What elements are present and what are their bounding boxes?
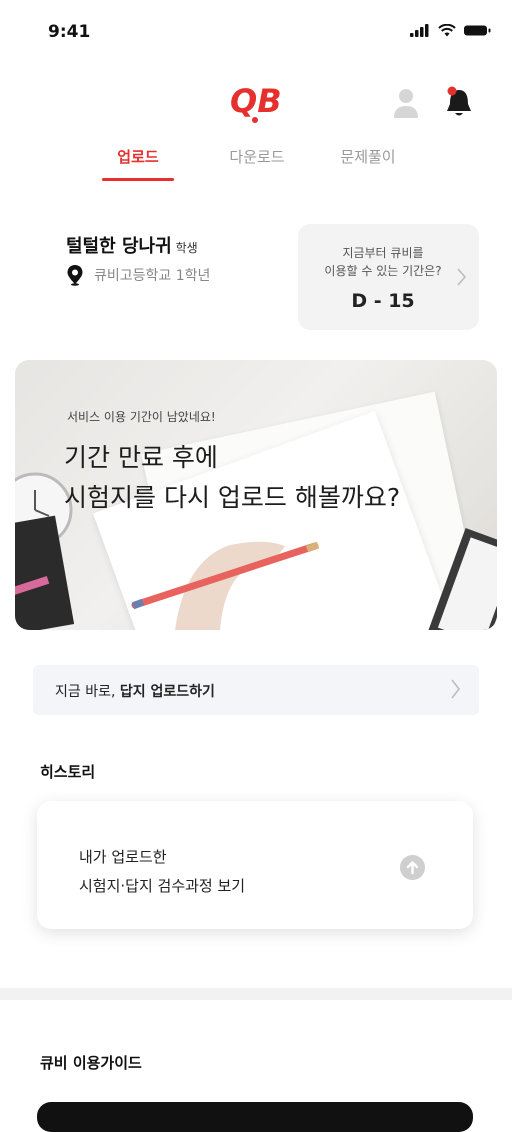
signal-icon [410,24,429,37]
dday-card[interactable]: 지금부터 큐비를 이용할 수 있는 기간은? D - 15 [298,224,479,330]
promo-banner[interactable]: 서비스 이용 기간이 남았네요! 기간 만료 후에 시험지를 다시 업로드 해볼… [15,360,497,630]
tab-problem-solving[interactable]: 문제풀이 [332,146,404,167]
arrow-up-icon[interactable] [400,855,425,880]
chevron-right-icon [457,268,467,286]
tab-upload[interactable]: 업로드 [102,146,174,167]
dday-line1: 지금부터 큐비를 [342,246,424,260]
battery-icon [464,25,491,36]
svg-text:QB: QB [230,82,282,120]
user-role: 학생 [175,241,198,255]
user-name: 털털한 당나귀 [66,236,172,257]
banner-title-line1: 기간 만료 후에 [64,443,218,472]
tab-download[interactable]: 다운로드 [222,146,292,167]
profile-icon[interactable] [392,86,420,120]
banner-subtitle: 서비스 이용 기간이 남았네요! [67,410,216,424]
location-pin-icon [67,265,83,286]
section-divider [0,988,512,1000]
chevron-right-icon [451,679,461,699]
guide-card[interactable] [37,1102,473,1132]
status-icons [410,24,492,37]
dday-line2: 이용할 수 있는 기간은? [324,264,442,278]
upload-answer-prefix: 지금 바로, [55,684,120,700]
history-heading: 히스토리 [40,763,96,781]
banner-title-line2: 시험지를 다시 업로드 해볼까요? [64,483,401,512]
notification-bell-icon[interactable] [444,84,474,120]
upload-answer-label: 지금 바로, 답지 업로드하기 [55,681,215,701]
school-name: 큐비고등학교 1학년 [94,268,211,284]
dday-description: 지금부터 큐비를 이용할 수 있는 기간은? [298,244,468,280]
history-card[interactable]: 내가 업로드한 시험지·답지 검수과정 보기 [37,801,473,929]
upload-answer-button[interactable]: 지금 바로, 답지 업로드하기 [33,665,479,715]
banner-title: 기간 만료 후에 시험지를 다시 업로드 해볼까요? [64,438,400,518]
history-line2: 시험지·답지 검수과정 보기 [79,877,246,895]
history-description: 내가 업로드한 시험지·답지 검수과정 보기 [79,843,245,901]
wifi-icon [438,24,456,37]
upload-answer-bold: 답지 업로드하기 [119,684,215,700]
dday-value: D - 15 [351,290,415,312]
status-time: 9:41 [48,22,91,42]
school-row: 큐비고등학교 1학년 [66,264,210,286]
logo-icon: QB [230,82,282,123]
history-line1: 내가 업로드한 [79,848,167,866]
user-name-row: 털털한 당나귀 학생 [66,232,198,258]
guide-heading: 큐비 이용가이드 [40,1054,142,1072]
active-tab-indicator [102,178,174,181]
tab-bar: 업로드 다운로드 문제풀이 [0,146,512,186]
